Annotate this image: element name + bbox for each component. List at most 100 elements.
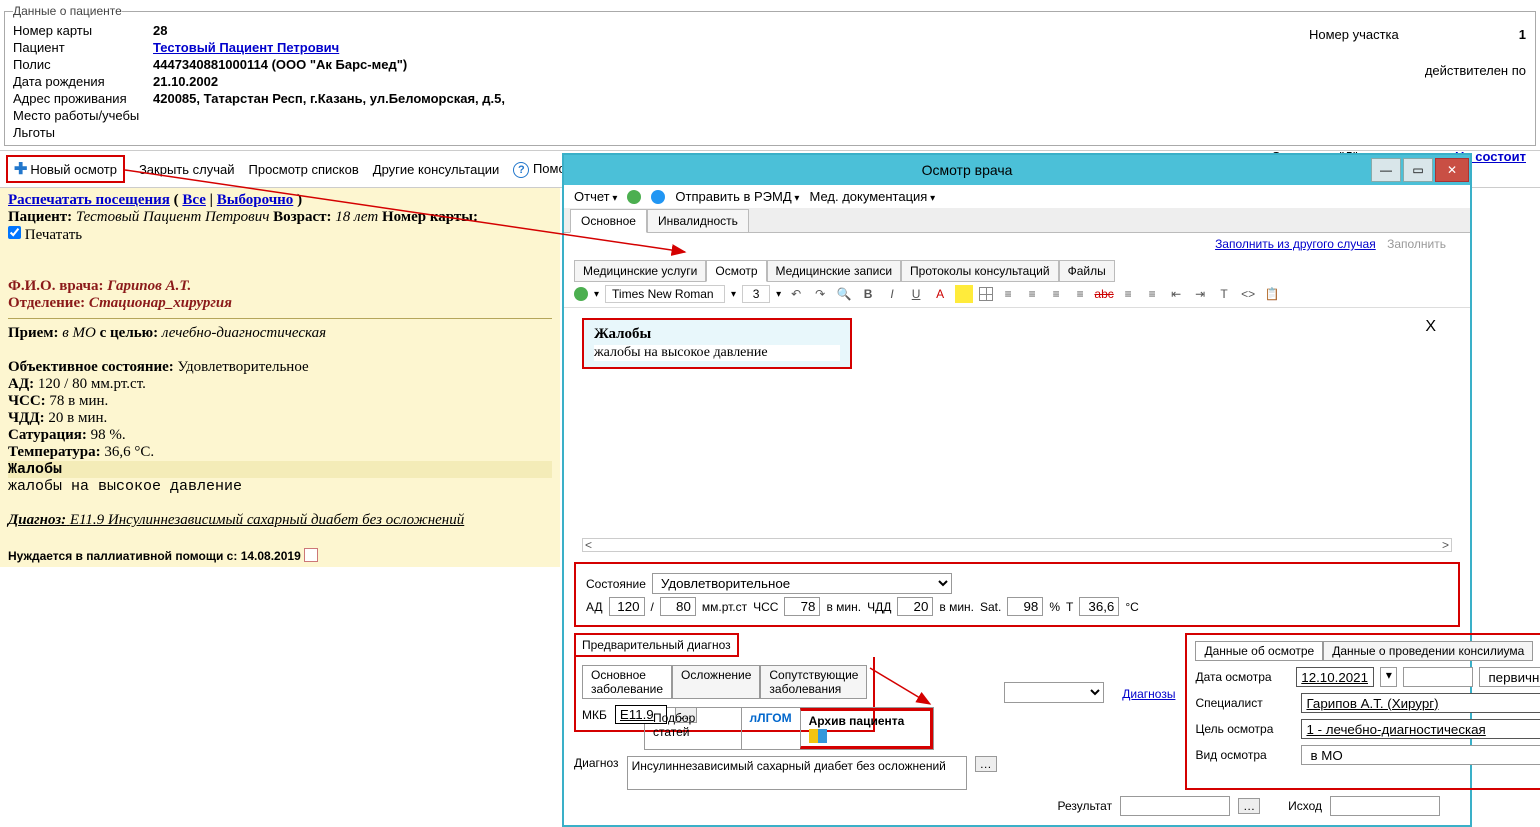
patient-name-link[interactable]: Тестовый Пациент Петрович	[153, 40, 339, 55]
editor-section-body[interactable]: жалобы на высокое давление	[594, 345, 840, 361]
complaints-editor-block: Жалобы жалобы на высокое давление	[582, 318, 852, 369]
bp-diastolic-input[interactable]	[660, 597, 696, 616]
window-titlebar[interactable]: Осмотр врача — ▭ ✕	[564, 155, 1470, 185]
tab-med-records[interactable]: Медицинские записи	[767, 260, 902, 282]
align-justify-icon[interactable]: ≡	[1071, 285, 1089, 303]
tab-files[interactable]: Файлы	[1059, 260, 1115, 282]
minimize-button[interactable]: —	[1371, 158, 1401, 182]
insert-text-icon[interactable]: T	[1215, 285, 1233, 303]
date-picker-button[interactable]: ▾	[1380, 667, 1397, 687]
font-size-select[interactable]: 3	[742, 285, 770, 303]
patient-archive-button[interactable]: Архив пациента	[800, 708, 933, 749]
redo-icon[interactable]: ↷	[811, 285, 829, 303]
result-label: Результат	[1058, 799, 1113, 813]
number-list-icon[interactable]	[1143, 285, 1161, 303]
exam-type-select[interactable]: первичное	[1479, 667, 1540, 687]
indent-icon[interactable]: ⇥	[1191, 285, 1209, 303]
department-value: Стационар_хирургия	[89, 295, 232, 311]
diag-tab-main[interactable]: Основное заболевание	[582, 665, 672, 699]
italic-icon[interactable]: I	[883, 285, 901, 303]
align-left-icon[interactable]: ≡	[999, 285, 1017, 303]
result-lookup-button[interactable]: …	[1238, 798, 1260, 814]
exam-goal-input[interactable]	[1301, 719, 1540, 739]
strike-icon[interactable]: abc	[1095, 285, 1113, 303]
diagnosis-textarea[interactable]: Инсулиннезависимый сахарный диабет без о…	[627, 756, 967, 790]
print-visits-link[interactable]: Распечатать посещения	[8, 192, 170, 208]
editor-row-delete-icon[interactable]: X	[1425, 318, 1436, 336]
exam-goal-label: Цель осмотра	[1195, 722, 1295, 736]
tab-exam[interactable]: Осмотр	[706, 260, 766, 282]
rte-status-icon[interactable]	[574, 287, 588, 301]
exam-data-tab[interactable]: Данные об осмотре	[1195, 641, 1323, 661]
tab-protocols[interactable]: Протоколы консультаций	[901, 260, 1059, 282]
bp-systolic-input[interactable]	[609, 597, 645, 616]
bullet-list-icon[interactable]	[1119, 285, 1137, 303]
exam-date-input[interactable]	[1296, 667, 1374, 687]
exam-kind-select[interactable]: в МО	[1301, 745, 1540, 765]
info-blue-icon[interactable]	[651, 190, 665, 204]
archive-icon	[809, 729, 827, 743]
temp-input[interactable]	[1079, 597, 1119, 616]
value-card-number: 28	[153, 23, 167, 38]
window-title: Осмотр врача	[564, 162, 1370, 178]
editor-area[interactable]: Жалобы жалобы на высокое давление X	[564, 308, 1470, 538]
table-icon[interactable]	[979, 287, 993, 301]
value-dob: 21.10.2002	[153, 74, 218, 89]
align-right-icon[interactable]: ≡	[1047, 285, 1065, 303]
undo-icon[interactable]: ↶	[787, 285, 805, 303]
find-icon[interactable]: 🔍	[835, 285, 853, 303]
view-lists-button[interactable]: Просмотр списков	[249, 162, 359, 177]
align-center-icon[interactable]: ≡	[1023, 285, 1041, 303]
outcome-input[interactable]	[1330, 796, 1440, 816]
med-docs-dropdown[interactable]: Мед. документация	[809, 189, 935, 204]
hr-input[interactable]	[784, 597, 820, 616]
diag-tab-associated[interactable]: Сопутствующие заболевания	[760, 665, 867, 699]
tab-disability[interactable]: Инвалидность	[647, 209, 749, 233]
fill-from-other-case-link[interactable]: Заполнить из другого случая	[1215, 237, 1376, 251]
rr-input[interactable]	[897, 597, 933, 616]
specialist-input[interactable]	[1301, 693, 1540, 713]
outdent-icon[interactable]: ⇤	[1167, 285, 1185, 303]
articles-button[interactable]: Подбор статей	[645, 708, 741, 749]
underline-icon[interactable]: U	[907, 285, 925, 303]
diagnosis-lookup-button[interactable]: …	[975, 756, 997, 772]
state-select[interactable]: Удовлетворительное	[652, 573, 952, 594]
clipboard-icon[interactable]: 📋	[1263, 285, 1281, 303]
print-all-link[interactable]: Все	[182, 192, 206, 208]
consilium-data-tab[interactable]: Данные о проведении консилиума	[1323, 641, 1533, 661]
patient-top-right: Номер участка1 действителен по Состояние…	[1271, 24, 1526, 168]
print-selective-link[interactable]: Выборочно	[217, 192, 294, 208]
scroll-left-icon[interactable]: <	[585, 538, 592, 552]
label-address: Адрес проживания	[13, 91, 153, 106]
editor-h-scrollbar[interactable]: <>	[582, 538, 1452, 552]
label-patient: Пациент	[13, 40, 153, 55]
edit-icon[interactable]	[304, 548, 318, 562]
diagnoses-link[interactable]: Диагнозы	[1122, 687, 1175, 701]
maximize-button[interactable]: ▭	[1403, 158, 1433, 182]
html-icon[interactable]: <>	[1239, 285, 1257, 303]
exam-time-input[interactable]	[1403, 667, 1473, 687]
diag-tab-complication[interactable]: Осложнение	[672, 665, 760, 699]
report-dropdown[interactable]: Отчет	[574, 189, 617, 204]
other-consultations-button[interactable]: Другие консультации	[373, 162, 500, 177]
tab-main[interactable]: Основное	[570, 209, 647, 233]
send-remd-dropdown[interactable]: Отправить в РЭМД	[675, 189, 799, 204]
result-input[interactable]	[1120, 796, 1230, 816]
complaints-body: жалобы на высокое давление	[8, 478, 552, 495]
scroll-right-icon[interactable]: >	[1442, 538, 1449, 552]
new-exam-button[interactable]: ✚Новый осмотр	[6, 155, 125, 183]
font-color-icon[interactable]: A	[931, 285, 949, 303]
dropdown-empty[interactable]	[1004, 682, 1104, 703]
tab-med-services[interactable]: Медицинские услуги	[574, 260, 706, 282]
print-checkbox[interactable]	[8, 226, 21, 239]
diagnosis-text-label: Диагноз	[574, 756, 619, 770]
site-number-label: Номер участка	[1309, 24, 1399, 46]
close-case-button[interactable]: Закрыть случай	[139, 162, 235, 177]
font-family-select[interactable]: Times New Roman	[605, 285, 725, 303]
sat-input[interactable]	[1007, 597, 1043, 616]
close-button[interactable]: ✕	[1435, 158, 1469, 182]
highlight-icon[interactable]	[955, 285, 973, 303]
algom-button[interactable]: лЛГОМ	[741, 708, 800, 749]
bold-icon[interactable]: B	[859, 285, 877, 303]
rich-text-toolbar: ▾ Times New Roman▾ 3▾ ↶ ↷ 🔍 B I U A ≡ ≡ …	[564, 281, 1470, 308]
